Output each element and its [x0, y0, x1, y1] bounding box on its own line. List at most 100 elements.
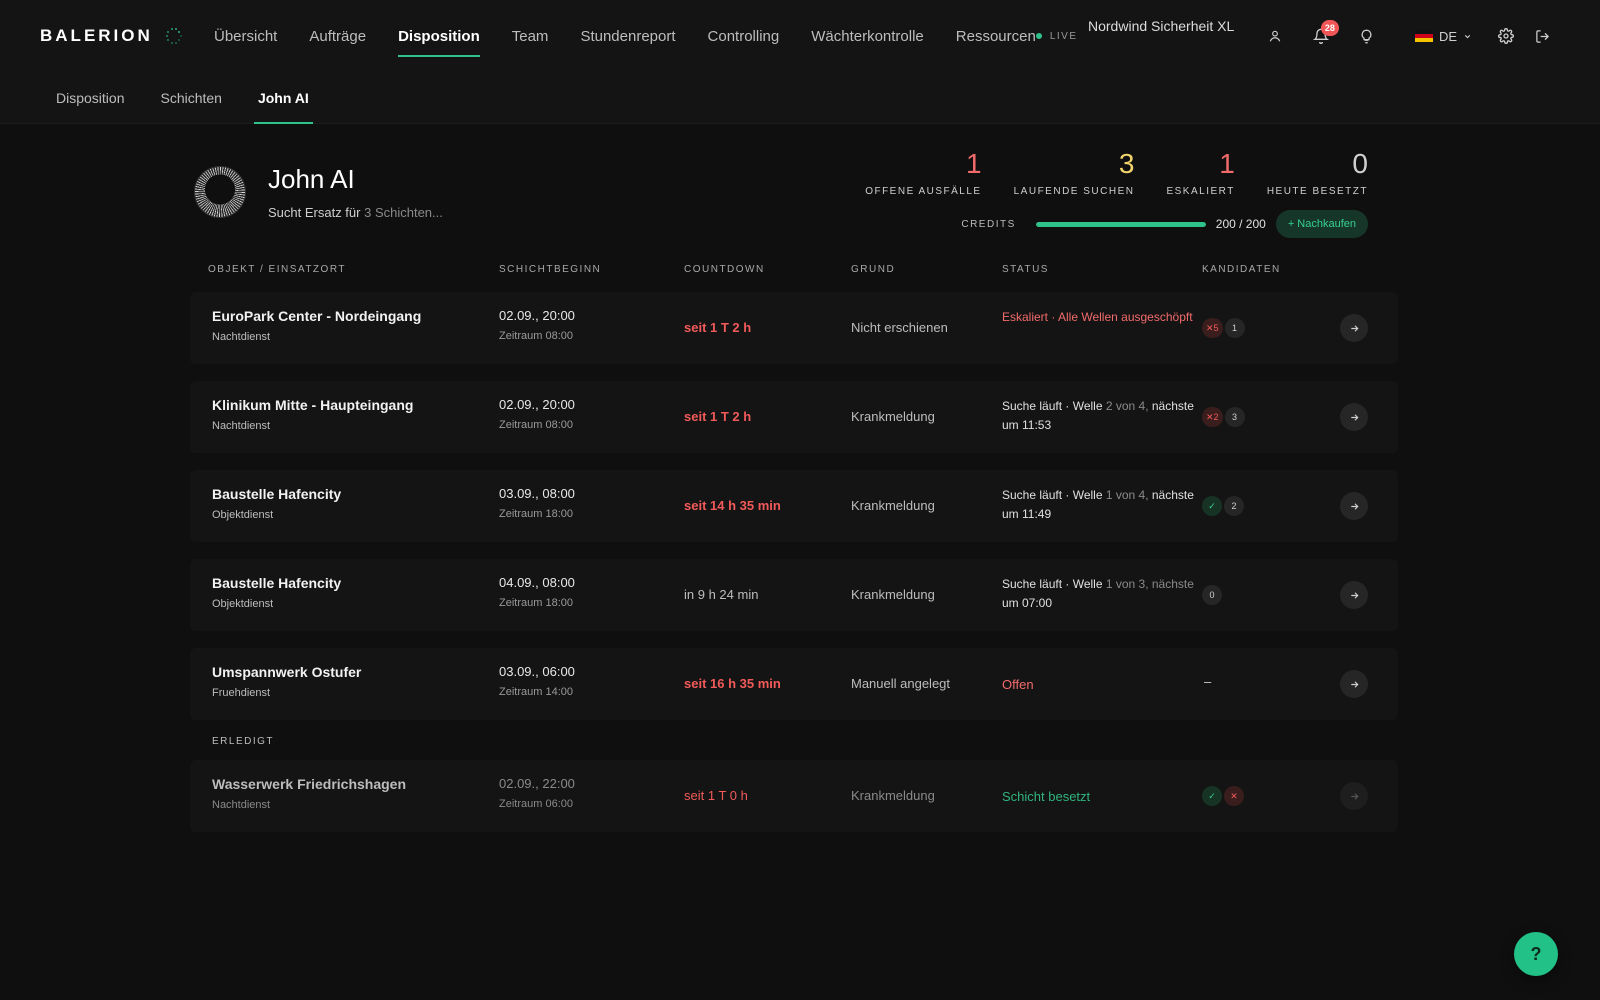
- subnav-item-3[interactable]: John AI: [253, 72, 313, 124]
- col-header-reason: GRUND: [851, 264, 896, 275]
- row-open-button[interactable]: [1340, 581, 1368, 609]
- arrow-right-icon[interactable]: [1340, 403, 1368, 431]
- row-object: Klinikum Mitte - Haupteingang Nachtdienst: [212, 397, 413, 432]
- brand-logo[interactable]: BALERION: [40, 26, 214, 46]
- row-candidates: ✓ ✕: [1202, 786, 1244, 806]
- nav-item-5[interactable]: Stundenreport: [580, 0, 675, 72]
- row-start-date: 02.09., 20:00: [499, 397, 575, 412]
- row-candidates: ✕5 1: [1202, 318, 1245, 338]
- gear-icon[interactable]: [1488, 18, 1524, 54]
- col-header-object: OBJEKT / EINSATZORT: [208, 264, 346, 275]
- nav-item-1[interactable]: Übersicht: [214, 0, 277, 72]
- arrow-right-icon[interactable]: [1340, 782, 1368, 810]
- row-status-part: Eskaliert · Alle Wellen ausgeschöpft: [1002, 310, 1193, 324]
- stat-4: 0 HEUTE BESETZT: [1267, 148, 1368, 197]
- main-nav: Übersicht Aufträge Disposition Team Stundenr…: [214, 0, 1068, 72]
- row-open-button[interactable]: [1340, 492, 1368, 520]
- language-selector[interactable]: DE: [1414, 28, 1472, 44]
- row-countdown-cell: seit 16 h 35 min: [684, 676, 781, 691]
- candidate-chip: 2: [1224, 496, 1244, 516]
- candidate-chip: ✓: [1202, 496, 1222, 516]
- language-label: DE: [1438, 28, 1457, 44]
- lightbulb-icon[interactable]: [1349, 18, 1385, 54]
- row-open-button[interactable]: [1340, 670, 1368, 698]
- row-object-title: Klinikum Mitte - Haupteingang: [212, 397, 414, 413]
- credits-progress-track: [1035, 221, 1206, 227]
- agent-subtitle-count: 3 Schichten...: [364, 205, 443, 220]
- stat-label: LAUFENDE SUCHEN: [1013, 186, 1135, 197]
- row-countdown: seit 1 T 2 h: [684, 409, 752, 424]
- german-flag-icon: [1414, 30, 1433, 42]
- stat-label: HEUTE BESETZT: [1266, 186, 1368, 197]
- buy-credits-button[interactable]: + Nachkaufen: [1275, 210, 1368, 238]
- agent-subtitle-prefix: Sucht Ersatz für: [268, 205, 361, 220]
- nav-item-6[interactable]: Controlling: [708, 0, 780, 72]
- row-countdown: seit 14 h 35 min: [684, 498, 781, 513]
- row-countdown: seit 1 T 2 h: [684, 320, 752, 335]
- bell-icon[interactable]: 28: [1303, 18, 1339, 54]
- brand-mark-dot: [165, 35, 168, 37]
- subnav-item-2[interactable]: Schichten: [160, 72, 221, 124]
- table-row[interactable]: EuroPark Center - Nordeingang Nachtdienst…: [190, 292, 1398, 364]
- live-label: LIVE: [1049, 30, 1078, 42]
- row-status-part: 2 von 4,: [1105, 399, 1149, 413]
- subnav-item-1[interactable]: Disposition: [56, 72, 124, 124]
- stat-value: 3: [1118, 148, 1135, 179]
- row-start: 03.09., 06:00 Zeitraum 14:00: [499, 664, 575, 698]
- company-name[interactable]: Nordwind Sicherheit XL: [1088, 18, 1234, 34]
- brand-mark-dot: [179, 35, 182, 37]
- open-shifts-list: EuroPark Center - Nordeingang Nachtdienst…: [190, 292, 1398, 737]
- arrow-right-icon[interactable]: [1340, 492, 1368, 520]
- row-open-button[interactable]: [1340, 782, 1368, 810]
- table-row[interactable]: Wasserwerk Friedrichshagen Nachtdienst 02.…: [190, 760, 1398, 832]
- row-status-cell: Schicht besetzt: [1002, 776, 1197, 806]
- row-status: Suche läuft · Welle 1 von 3, nächste um …: [1002, 575, 1197, 613]
- row-reason: Krankmeldung: [851, 498, 935, 513]
- row-object-title: Baustelle Hafencity: [212, 486, 342, 502]
- row-countdown-cell: seit 1 T 0 h: [684, 788, 748, 803]
- brand-mark-dot: [178, 39, 181, 42]
- logout-icon[interactable]: [1524, 18, 1560, 54]
- user-icon[interactable]: [1257, 18, 1293, 54]
- row-open-button[interactable]: [1340, 314, 1368, 342]
- table-row[interactable]: Baustelle Hafencity Objektdienst 03.09., 0…: [190, 470, 1398, 542]
- arrow-right-icon[interactable]: [1340, 314, 1368, 342]
- brand-mark-dot: [167, 30, 170, 33]
- nav-item-3[interactable]: Disposition: [398, 0, 480, 72]
- row-candidates: ✓ 2: [1202, 496, 1244, 516]
- row-status: Eskaliert · Alle Wellen ausgeschöpft: [1002, 308, 1197, 327]
- notification-count-badge: 28: [1320, 20, 1339, 36]
- row-status: Offen: [1002, 675, 1197, 694]
- row-reason: Manuell angelegt: [851, 676, 951, 691]
- brand-mark-dot: [170, 28, 173, 31]
- row-countdown-cell: seit 1 T 2 h: [684, 320, 751, 335]
- row-period: Zeitraum 08:00: [499, 330, 573, 342]
- nav-item-2[interactable]: Aufträge: [309, 0, 366, 72]
- row-reason-cell: Krankmeldung: [851, 498, 935, 513]
- row-open-button[interactable]: [1340, 403, 1368, 431]
- row-object: Baustelle Hafencity Objektdienst: [212, 575, 341, 610]
- table-row[interactable]: Baustelle Hafencity Objektdienst 04.09., 0…: [190, 559, 1398, 631]
- nav-item-4[interactable]: Team: [512, 0, 549, 72]
- arrow-right-icon[interactable]: [1340, 581, 1368, 609]
- brand-mark-dot: [174, 28, 177, 31]
- table-row[interactable]: Klinikum Mitte - Haupteingang Nachtdienst…: [190, 381, 1398, 453]
- row-object: Baustelle Hafencity Objektdienst: [212, 486, 341, 521]
- nav-item-8[interactable]: Ressourcen: [956, 0, 1036, 72]
- arrow-right-icon[interactable]: [1340, 670, 1368, 698]
- row-reason-cell: Manuell angelegt: [851, 676, 950, 691]
- stat-3: 1 ESKALIERT: [1166, 148, 1234, 197]
- row-reason: Krankmeldung: [851, 788, 935, 803]
- nav-item-7[interactable]: Wächterkontrolle: [811, 0, 924, 72]
- row-countdown-cell: in 9 h 24 min: [684, 587, 758, 602]
- row-status-part: Offen: [1002, 677, 1034, 692]
- row-status: Suche läuft · Welle 2 von 4, nächste um …: [1002, 397, 1197, 435]
- brand-mark-dot: [170, 41, 173, 44]
- candidate-chip: ✕: [1224, 786, 1244, 806]
- brand-name: BALERION: [40, 26, 153, 45]
- table-row[interactable]: Umspannwerk Ostufer Fruehdienst 03.09., 06…: [190, 648, 1398, 720]
- row-countdown-cell: seit 1 T 2 h: [684, 409, 751, 424]
- help-button[interactable]: ?: [1514, 932, 1558, 976]
- row-status-cell: Suche läuft · Welle 2 von 4, nächste um …: [1002, 397, 1197, 435]
- brand-mark-dot: [178, 30, 181, 33]
